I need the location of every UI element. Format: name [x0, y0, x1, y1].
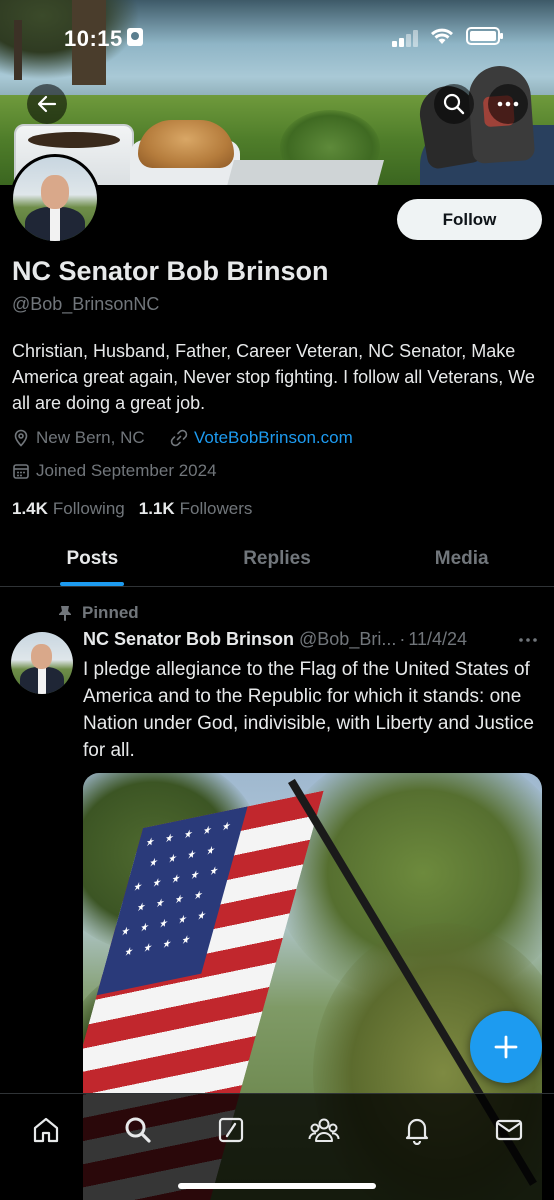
more-options-button[interactable]: [488, 84, 528, 124]
following-count: 1.4K: [12, 499, 48, 518]
avatar-face: [31, 644, 52, 669]
profile-tabs: Posts Replies Media: [0, 532, 554, 587]
back-arrow-icon: [37, 95, 57, 113]
profile-joined-text: Joined September 2024: [36, 461, 217, 480]
nav-grok[interactable]: [211, 1110, 251, 1150]
plus-icon: [494, 1035, 518, 1059]
profile-handle: @Bob_BrinsonNC: [12, 294, 160, 314]
id-card-icon: [127, 28, 143, 46]
profile-website-link[interactable]: VoteBobBrinson.com: [194, 428, 353, 448]
status-bar: 10:15: [0, 0, 554, 70]
profile-website[interactable]: VoteBobBrinson.com: [170, 428, 353, 448]
pinned-label: Pinned: [82, 603, 139, 622]
followers-label: Followers: [179, 499, 253, 518]
profile-joined: Joined September 2024: [12, 461, 217, 481]
nav-communities[interactable]: [304, 1110, 344, 1150]
post-separator: ·: [399, 629, 406, 649]
pin-icon: [59, 606, 71, 621]
avatar-face: [41, 175, 69, 209]
post-avatar[interactable]: [11, 632, 73, 694]
post-date[interactable]: 11/4/24: [408, 629, 467, 650]
grok-icon: [218, 1117, 244, 1143]
location-pin-icon: [14, 429, 28, 447]
followers-count: 1.1K: [138, 499, 175, 518]
tab-replies[interactable]: Replies: [185, 532, 370, 586]
profile-location: New Bern, NC: [12, 428, 145, 448]
nav-messages[interactable]: [489, 1110, 529, 1150]
profile-search-button[interactable]: [434, 84, 474, 124]
following-label: Following: [52, 499, 125, 518]
nav-search[interactable]: [118, 1110, 158, 1150]
nav-notifications[interactable]: [397, 1110, 437, 1150]
profile-name: NC Senator Bob Brinson: [12, 256, 329, 286]
cellular-signal-icon: [392, 29, 420, 47]
following-link[interactable]: 1.4K Following: [12, 499, 125, 519]
tab-posts[interactable]: Posts: [0, 532, 185, 586]
avatar-shirt: [38, 667, 46, 694]
notifications-icon: [405, 1118, 429, 1145]
profile-stats: 1.4K Following 1.1K Followers: [12, 499, 266, 519]
followers-link[interactable]: 1.1K Followers: [139, 499, 253, 519]
calendar-icon: [13, 464, 29, 479]
tab-media[interactable]: Media: [369, 532, 554, 586]
pinned-indicator: Pinned: [58, 603, 139, 623]
search-icon: [125, 1117, 151, 1143]
communities-icon: [308, 1118, 340, 1142]
avatar[interactable]: [10, 154, 100, 244]
more-icon[interactable]: [518, 630, 538, 650]
compose-button[interactable]: [470, 1011, 542, 1083]
more-icon: [497, 101, 519, 107]
battery-icon: [466, 27, 503, 45]
profile-bio: Christian, Husband, Father, Career Veter…: [12, 341, 535, 413]
home-indicator[interactable]: [178, 1183, 376, 1189]
messages-icon: [495, 1119, 523, 1141]
wifi-icon: [431, 28, 453, 44]
profile-location-text: New Bern, NC: [36, 428, 145, 447]
search-icon: [443, 93, 465, 115]
post-header: NC Senator Bob Brinson @Bob_Bri... · 11/…: [83, 629, 543, 650]
home-icon: [33, 1117, 59, 1143]
post-author-handle[interactable]: @Bob_Bri...: [299, 629, 396, 650]
post-text: I pledge allegiance to the Flag of the U…: [83, 659, 534, 761]
nav-home[interactable]: [26, 1110, 66, 1150]
status-time: 10:15: [64, 26, 123, 51]
post-author-name[interactable]: NC Senator Bob Brinson: [83, 629, 294, 650]
back-button[interactable]: [27, 84, 67, 124]
link-icon: [170, 429, 188, 447]
avatar-shirt: [50, 207, 60, 241]
follow-button[interactable]: Follow: [397, 199, 542, 240]
banner-newspaper: [225, 160, 385, 185]
banner-muffin: [138, 120, 234, 168]
